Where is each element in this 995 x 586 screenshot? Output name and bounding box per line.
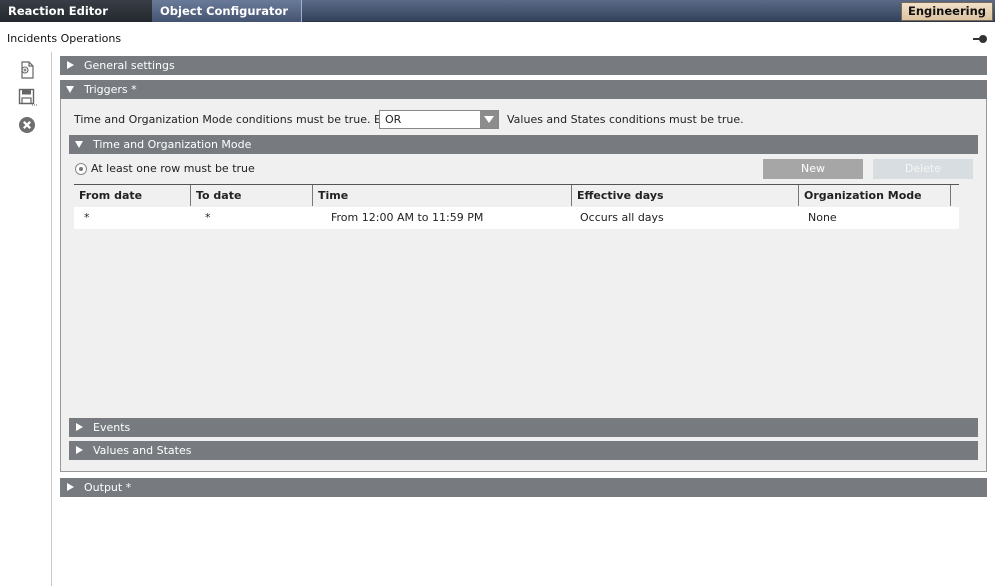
expand-icon bbox=[76, 423, 83, 431]
events-label: Events bbox=[93, 421, 131, 434]
general-settings-header[interactable]: General settings bbox=[60, 56, 987, 75]
output-header[interactable]: Output * bbox=[60, 478, 987, 497]
chevron-down-icon[interactable] bbox=[480, 111, 498, 128]
cell-effective-days: Occurs all days bbox=[580, 211, 664, 224]
new-button[interactable]: New bbox=[763, 159, 863, 179]
general-settings-label: General settings bbox=[84, 59, 175, 72]
tab-object-configurator[interactable]: Object Configurator bbox=[152, 0, 302, 22]
triggers-header[interactable]: Triggers * bbox=[60, 80, 987, 99]
events-header[interactable]: Events bbox=[69, 418, 978, 437]
pin-icon[interactable] bbox=[973, 34, 987, 44]
left-toolbar bbox=[0, 52, 52, 586]
events-operator-select[interactable]: OR bbox=[379, 110, 499, 129]
triggers-label: Triggers * bbox=[84, 83, 137, 96]
time-org-table: From date To date Time Effective days Or… bbox=[74, 184, 973, 414]
output-label: Output * bbox=[84, 481, 132, 494]
column-header-organization-mode[interactable]: Organization Mode bbox=[799, 185, 951, 206]
values-states-label: Values and States bbox=[93, 444, 192, 457]
cell-organization-mode: None bbox=[808, 211, 837, 224]
at-least-one-row-label: At least one row must be true bbox=[91, 162, 255, 175]
values-states-header[interactable]: Values and States bbox=[69, 441, 978, 460]
cell-time: From 12:00 AM to 11:59 PM bbox=[331, 211, 484, 224]
close-icon[interactable] bbox=[17, 115, 37, 135]
expand-icon bbox=[67, 483, 74, 491]
column-header-effective-days[interactable]: Effective days bbox=[572, 185, 799, 206]
time-org-mode-header[interactable]: Time and Organization Mode bbox=[69, 135, 978, 154]
delete-button[interactable]: Delete bbox=[873, 159, 973, 179]
column-header-to-date[interactable]: To date bbox=[191, 185, 313, 206]
table-row[interactable]: * * From 12:00 AM to 11:59 PM Occurs all… bbox=[74, 207, 959, 229]
workspace-button[interactable]: Engineering bbox=[901, 2, 993, 21]
top-tab-bar: Reaction Editor Object Configurator Engi… bbox=[0, 0, 995, 22]
cell-from-date: * bbox=[84, 211, 90, 224]
collapse-icon bbox=[75, 141, 83, 148]
new-document-icon[interactable] bbox=[17, 60, 37, 80]
column-header-time[interactable]: Time bbox=[313, 185, 572, 206]
events-operator-value: OR bbox=[385, 113, 402, 126]
save-icon[interactable] bbox=[17, 87, 37, 107]
condition-prefix-text: Time and Organization Mode conditions mu… bbox=[74, 113, 412, 126]
expand-icon bbox=[76, 446, 83, 454]
tab-reaction-editor[interactable]: Reaction Editor bbox=[0, 0, 152, 22]
column-header-from-date[interactable]: From date bbox=[74, 185, 191, 206]
time-org-mode-label: Time and Organization Mode bbox=[93, 138, 252, 151]
cell-to-date: * bbox=[205, 211, 211, 224]
condition-suffix-text: Values and States conditions must be tru… bbox=[507, 113, 744, 126]
collapse-icon bbox=[66, 86, 74, 93]
breadcrumb: Incidents Operations bbox=[7, 32, 122, 45]
table-header: From date To date Time Effective days Or… bbox=[74, 184, 959, 206]
expand-icon bbox=[67, 61, 74, 69]
at-least-one-row-radio[interactable] bbox=[75, 163, 87, 175]
